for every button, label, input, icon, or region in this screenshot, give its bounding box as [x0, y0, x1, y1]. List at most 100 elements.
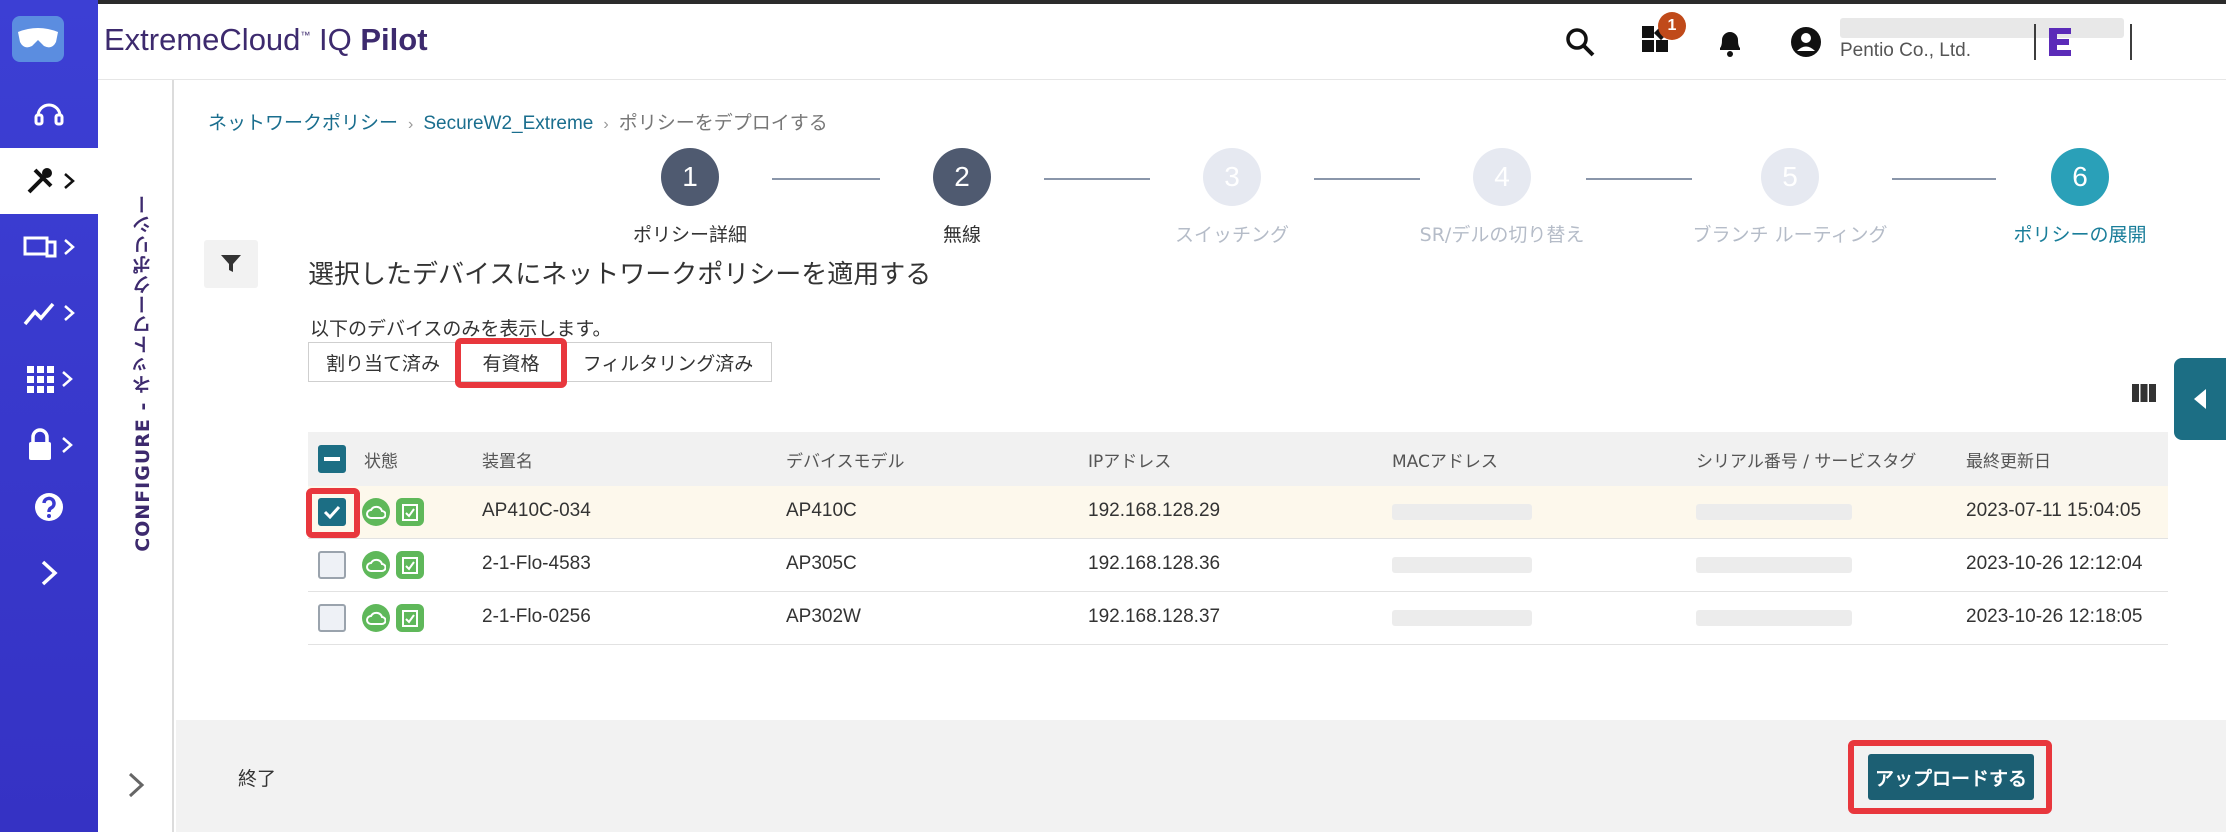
col-ip-address[interactable]: IPアドレス	[1088, 447, 1171, 472]
headset-icon	[34, 103, 64, 126]
chevron-right-icon	[64, 305, 75, 321]
rail-item-analytics[interactable]	[0, 280, 98, 346]
side-panel-toggle[interactable]	[2174, 358, 2226, 440]
col-device-model[interactable]: デバイスモデル	[786, 447, 905, 472]
last-updated: 2023-10-26 12:18:05	[1966, 606, 2143, 627]
chevron-right-icon	[128, 772, 145, 798]
rail-item-help[interactable]	[0, 474, 98, 540]
step-label: 無線	[942, 224, 981, 246]
step-label: SR/デルの切り替え	[1419, 224, 1585, 246]
cloud-connected-icon	[362, 604, 390, 632]
config-ok-icon	[396, 498, 424, 526]
app-logo-icon[interactable]	[12, 16, 64, 62]
top-header: ExtremeCloud™ IQ Pilot 1 Pentio Co., Ltd…	[98, 4, 2226, 80]
breadcrumb: ネットワークポリシー › SecureW2_Extreme › ポリシーをデプロイする	[208, 108, 828, 135]
ip-address: 192.168.128.37	[1088, 606, 1221, 627]
extreme-logo-icon	[2040, 22, 2080, 62]
table-row[interactable]: 2-1-Flo-4583 AP305C 192.168.128.36 2023-…	[308, 539, 2168, 592]
last-updated: 2023-10-26 12:12:04	[1966, 553, 2143, 574]
apps-button[interactable]: 1	[1636, 12, 1686, 62]
bell-icon	[1720, 32, 1740, 57]
mac-address-redacted	[1392, 610, 1532, 626]
header-divider	[2130, 24, 2132, 60]
brand-title: ExtremeCloud™ IQ Pilot	[104, 22, 428, 57]
col-last-updated[interactable]: 最終更新日	[1966, 447, 2051, 472]
breadcrumb-policy-name[interactable]: SecureW2_Extreme	[423, 113, 593, 134]
step-switching[interactable]: 3 スイッチング	[1132, 148, 1332, 247]
notification-badge: 1	[1658, 12, 1686, 40]
highlight-box	[306, 488, 360, 538]
show-only-label: 以下のデバイスのみを表示します。	[310, 318, 612, 340]
status-icons	[362, 604, 424, 632]
notifications-button[interactable]	[1710, 22, 1750, 62]
row-checkbox[interactable]	[318, 604, 346, 632]
column-settings-button[interactable]	[2132, 384, 2156, 406]
user-name-redacted	[1840, 18, 2124, 38]
filter-button[interactable]	[204, 240, 258, 288]
config-ok-icon	[396, 551, 424, 579]
columns-icon	[2132, 384, 2156, 402]
rail-item-apps[interactable]	[0, 346, 98, 412]
filter-assigned[interactable]: 割り当て済み	[308, 342, 458, 382]
left-nav-rail	[0, 0, 98, 832]
breadcrumb-separator-icon: ›	[408, 116, 414, 133]
serial-redacted	[1696, 557, 1852, 573]
rail-item-configure[interactable]	[0, 148, 98, 214]
col-mac-address[interactable]: MACアドレス	[1392, 447, 1498, 472]
step-number: 2	[933, 148, 991, 206]
tools-icon	[27, 168, 53, 194]
breadcrumb-current: ポリシーをデプロイする	[618, 113, 828, 134]
col-status[interactable]: 状態	[364, 447, 398, 472]
step-sr-switch[interactable]: 4 SR/デルの切り替え	[1402, 148, 1602, 247]
table-header: 状態 装置名 デバイスモデル IPアドレス MACアドレス シリアル番号 / サ…	[308, 432, 2168, 486]
footer-bar: 終了 アップロードする	[176, 720, 2226, 832]
step-label: ブランチ ルーティング	[1692, 224, 1888, 246]
rail-item-security[interactable]	[0, 412, 98, 478]
table-row[interactable]: 2-1-Flo-0256 AP302W 192.168.128.37 2023-…	[308, 592, 2168, 645]
search-icon	[1566, 28, 1595, 57]
step-number: 3	[1203, 148, 1261, 206]
step-number: 5	[1761, 148, 1819, 206]
col-device-name[interactable]: 装置名	[482, 447, 533, 472]
search-button[interactable]	[1560, 22, 1600, 62]
step-wireless[interactable]: 2 無線	[862, 148, 1062, 247]
devices-icon	[23, 236, 57, 258]
device-model: AP410C	[786, 500, 857, 521]
serial-redacted	[1696, 504, 1852, 520]
breadcrumb-separator-icon: ›	[603, 116, 609, 133]
rail-item-support[interactable]	[0, 82, 98, 148]
highlight-box	[1848, 740, 2052, 814]
row-checkbox[interactable]	[318, 551, 346, 579]
rail-item-devices[interactable]	[0, 214, 98, 280]
rail-expand[interactable]	[0, 540, 98, 606]
highlight-box	[455, 338, 567, 388]
chevron-right-icon	[62, 437, 73, 453]
step-deploy-policy[interactable]: 6 ポリシーの展開	[1980, 148, 2180, 247]
exit-button[interactable]: 終了	[238, 764, 276, 791]
account-button[interactable]	[1786, 22, 1826, 62]
chevron-right-icon	[62, 371, 73, 387]
step-label: ポリシー詳細	[632, 224, 747, 246]
apps-grid-icon	[27, 366, 54, 393]
caret-left-icon	[2194, 389, 2206, 409]
status-icons	[362, 551, 424, 579]
config-ok-icon	[396, 604, 424, 632]
mac-address-redacted	[1392, 557, 1532, 573]
breadcrumb-network-policy[interactable]: ネットワークポリシー	[208, 113, 398, 134]
filter-icon	[221, 255, 241, 272]
col-serial[interactable]: シリアル番号 / サービスタグ	[1696, 447, 1916, 472]
expand-panel-button[interactable]	[126, 770, 146, 804]
ip-address: 192.168.128.29	[1088, 500, 1221, 521]
header-divider	[2034, 24, 2036, 60]
minus-icon	[324, 457, 340, 461]
step-branch-routing[interactable]: 5 ブランチ ルーティング	[1690, 148, 1890, 247]
step-number: 4	[1473, 148, 1531, 206]
table-row[interactable]: AP410C-034 AP410C 192.168.128.29 2023-07…	[308, 486, 2168, 539]
filter-filtered[interactable]: フィルタリング済み	[564, 342, 772, 382]
last-updated: 2023-07-11 15:04:05	[1966, 500, 2142, 521]
org-name: Pentio Co., Ltd.	[1840, 40, 1971, 61]
chevron-right-icon	[64, 173, 75, 189]
step-policy-details[interactable]: 1 ポリシー詳細	[590, 148, 790, 247]
select-all-checkbox[interactable]	[318, 445, 346, 473]
status-icons	[362, 498, 424, 526]
